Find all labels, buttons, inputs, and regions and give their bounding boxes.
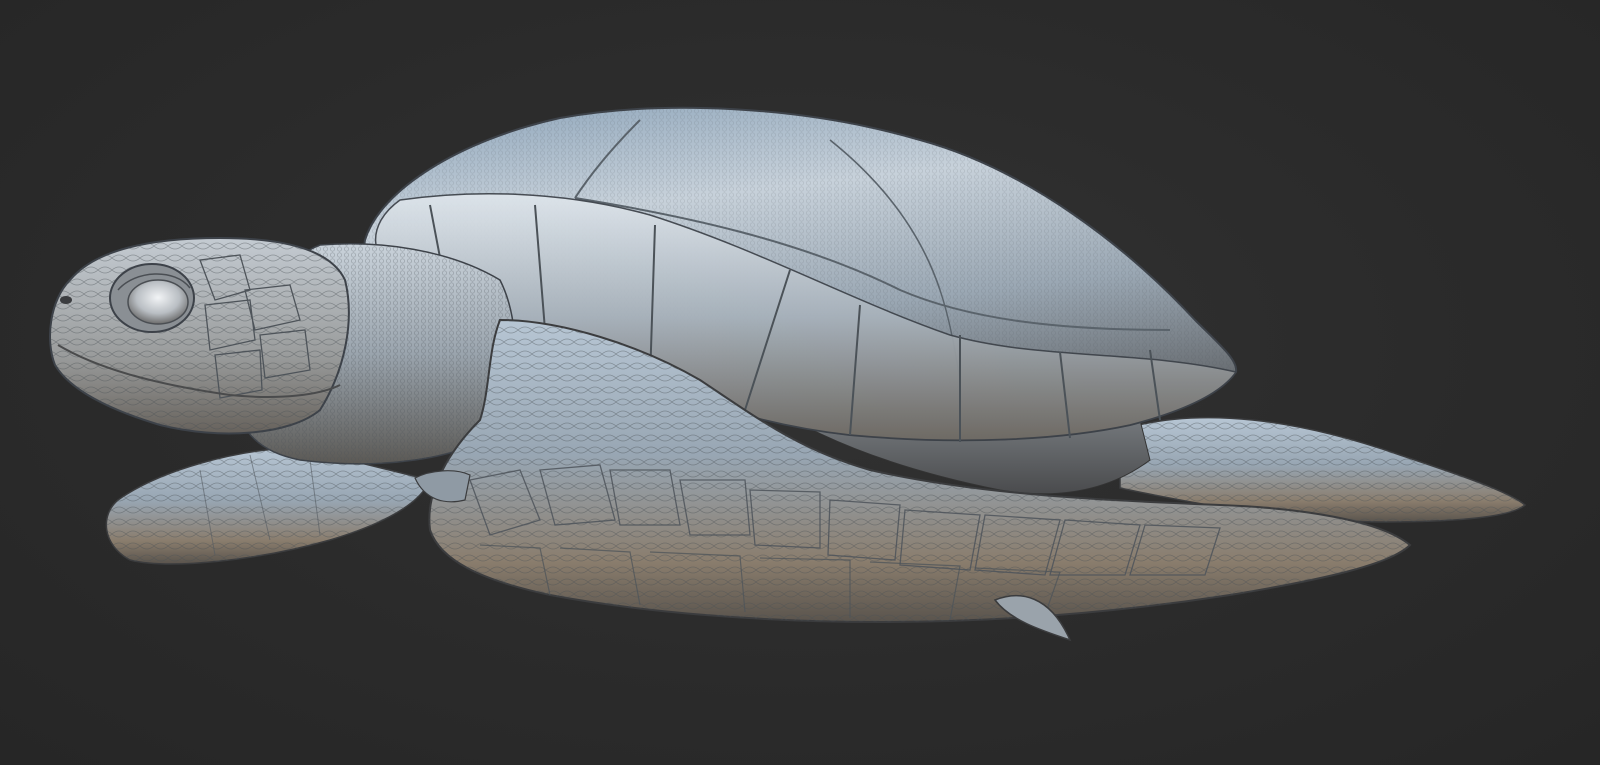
eye-icon bbox=[109, 263, 195, 333]
left-front-flipper bbox=[105, 447, 432, 565]
hind-flipper-stub bbox=[414, 470, 471, 503]
sea-turtle-icon bbox=[49, 106, 1527, 642]
render-viewport bbox=[0, 0, 1600, 765]
head bbox=[49, 236, 350, 435]
